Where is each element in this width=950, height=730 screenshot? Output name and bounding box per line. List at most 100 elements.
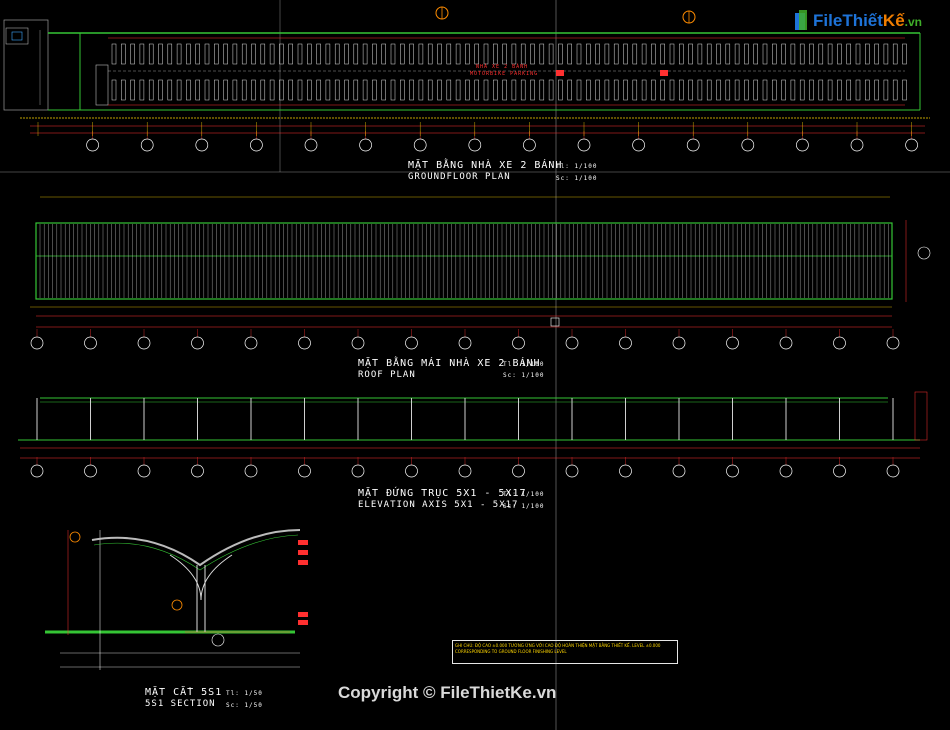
bike-slot [846,79,851,101]
bike-slot [465,79,470,101]
bike-slot [483,79,489,101]
bike-slot [539,43,545,65]
bike-slot [902,43,907,65]
bike-slot [725,43,731,65]
bike-slot [297,43,303,65]
bike-slot [781,79,786,101]
axis-bubble [86,138,99,152]
bike-slot [251,43,256,65]
bike-slot [493,79,498,101]
bike-slot [772,43,777,65]
ground-plan-dimension-ticks [37,122,912,136]
roof-scale-en: Sc: 1/100 [503,372,545,379]
bike-slot [865,79,870,101]
bike-slot [874,79,879,101]
bike-slot [269,79,275,101]
bike-slot [604,79,610,101]
bike-slot [558,79,563,101]
bike-slot [474,79,479,101]
bike-slot [390,43,396,65]
bike-slot [241,43,247,65]
bike-slot [334,43,340,65]
bike-slot [874,43,879,65]
groundfloor-scale-vi: Tl: 1/100 [556,163,598,170]
axis-bubble [565,464,579,478]
parking-label-en: MOTORBIKE PARKING [470,71,539,77]
axis-bubble [468,138,482,152]
bike-slot [679,79,684,101]
ground-plan-axis-bubbles [86,131,918,152]
bike-slot [576,79,582,101]
roof-scale-vi: Tl: 1/100 [503,361,545,368]
bike-slot [688,79,693,101]
logo-building-icon [793,10,809,32]
axis-bubble [84,464,97,478]
bike-slot [418,79,424,101]
elevation-scale-en: Sc: 1/100 [503,503,545,510]
section-5s1 [45,529,308,670]
logo-ke: Kế [882,11,905,30]
bike-slot [214,43,219,65]
bike-slot [260,43,266,65]
bike-slot [753,79,758,101]
elevation-title-en: ELEVATION AXIS 5X1 - 5X17 [358,500,519,510]
bike-slot [139,43,145,65]
axis-bubble [886,336,900,350]
bike-slot [390,79,396,101]
bike-slot [334,79,340,101]
axis-bubble [458,464,472,478]
axis-bubble [672,464,686,478]
roof-plan [30,196,931,350]
bike-slot [232,43,238,65]
axis-bubble [741,138,755,152]
bike-slot [427,43,433,65]
bike-slot [176,43,182,65]
axis-bubble [565,336,579,350]
bike-slot [632,79,638,101]
elevation-axis-5x1-5x17 [18,391,928,478]
bike-slot [790,43,796,65]
bike-slot [595,79,600,101]
section-title-vi: MẶT CẮT 5S1 [145,687,223,698]
bike-slot [269,43,275,65]
bike-slot [232,79,238,101]
bike-slot [148,43,154,65]
logo-wordmark: FileThiếtKế.vn [813,11,922,31]
roof-title-en: ROOF PLAN [358,370,416,380]
bike-slot [307,79,312,101]
axis-bubble [195,138,209,152]
bike-slot [372,43,377,65]
axis-bubble [405,336,418,350]
axis-bubble [351,336,365,350]
bike-slot [204,43,210,65]
bike-slot [121,79,126,101]
axis-bubble [619,464,632,478]
axis-bubble [577,138,591,152]
bike-slot [511,43,517,65]
groundfloor-title-en: GROUNDFLOOR PLAN [408,172,511,182]
bike-slot [790,79,796,101]
brand-logo: FileThiếtKế.vn [793,10,922,32]
bike-slot [716,79,721,101]
axis-bubble [351,464,365,478]
axis-bubble [619,336,632,350]
axis-bubble [779,464,793,478]
bike-slot [902,79,907,101]
bike-slot [307,43,312,65]
bike-slot [837,43,842,65]
bike-slot [483,43,489,65]
bike-slot [251,79,256,101]
bike-slot [474,43,479,65]
axis-bubble [359,138,372,152]
bike-slot [465,43,470,65]
parking-label-vi: NHÀ XE 2 BÁNH [476,64,529,70]
bike-slot [539,79,545,101]
bike-slot [130,79,135,101]
bike-slot [502,79,507,101]
bike-slot [883,79,889,101]
axis-bubble [84,336,97,350]
bike-slot [725,79,731,101]
elevation-title-vi: MẶT ĐỨNG TRỤC 5X1 - 5X17 [358,488,527,499]
axis-bubble [137,336,151,350]
bike-slot [586,43,591,65]
